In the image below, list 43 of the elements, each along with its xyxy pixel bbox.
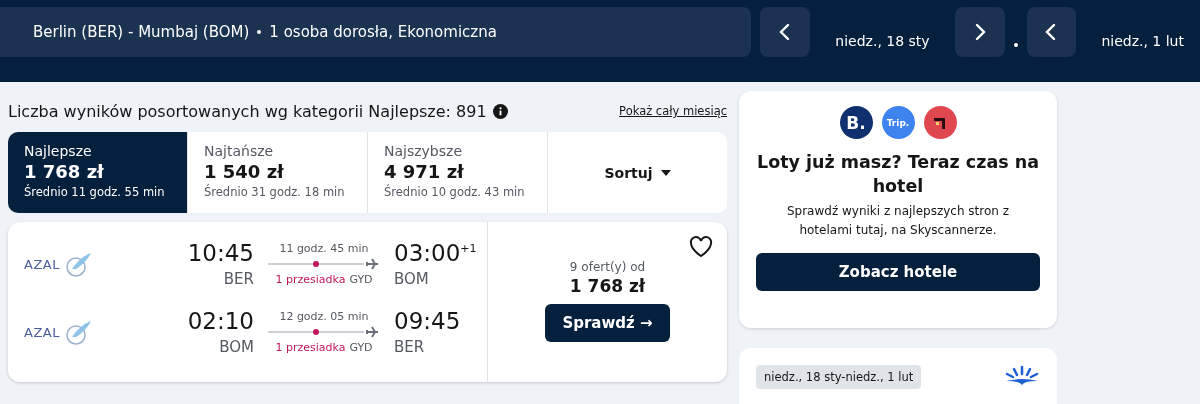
duration-text: 12 godz. 05 min xyxy=(279,310,369,323)
route-line-icon xyxy=(268,326,380,338)
airline-name: AZAL xyxy=(24,256,60,272)
offers-text: 9 ofert(y) od xyxy=(569,260,646,274)
airport-code: BOM xyxy=(219,338,254,356)
info-icon[interactable] xyxy=(492,103,508,119)
next-date-button[interactable] xyxy=(954,7,1005,57)
depart-date[interactable]: niedz., 18 sty xyxy=(819,33,946,49)
stopover-code: GYD xyxy=(349,273,373,286)
flight-price: 1 768 zł xyxy=(569,276,646,296)
results-summary: Liczba wyników posortowanych wg kategorii Najlepsze: 891 xyxy=(8,101,508,121)
promo-title: Loty już masz? Teraz czas na hotel xyxy=(756,151,1040,198)
previous-date-button[interactable] xyxy=(760,7,811,57)
caret-down-icon xyxy=(660,169,671,176)
show-month-link[interactable]: Pokaż cały miesiąc xyxy=(619,104,727,118)
stops-text: 1 przesiadka xyxy=(275,273,346,286)
departure-time: 02:10 xyxy=(187,308,254,334)
see-hotels-button[interactable]: Zobacz hotele xyxy=(756,252,1040,291)
check-button[interactable]: Sprawdź → xyxy=(545,304,670,342)
route-text: Berlin (BER) - Mumbaj (BOM) xyxy=(33,23,250,41)
partner-logo-icon: Trip. xyxy=(881,106,915,139)
stops-text: 1 przesiadka xyxy=(275,341,346,354)
return-date[interactable]: niedz., 1 lut xyxy=(1085,33,1200,49)
airport-code: BER xyxy=(223,270,254,288)
sunrise-logo-icon xyxy=(1004,365,1040,387)
partner-logo-icon: B. xyxy=(839,106,873,139)
airline-name: AZAL xyxy=(24,324,60,340)
airport-code: BOM xyxy=(394,270,429,288)
arrival-time: 09:45 xyxy=(394,308,461,334)
flight-card[interactable]: AZAL 10:45 BER 11 godz. 45 min 1 przesiadka GYD 03:00$^{+1}$ BOM AZAL 02:10 BOM 12 godz. 05 min 1 przesiadka GYD 09:45 BER 9 ofert(y) od 1 768 zł Sprawdź → xyxy=(8,222,727,382)
route-line-icon xyxy=(268,258,380,270)
arrival-time: 03:00$^{+1}$ xyxy=(394,240,477,266)
duration-text: 11 godz. 45 min xyxy=(279,242,369,255)
sort-tab[interactable]: Najlepsze 1 768 zł Średnio 11 godz. 55 min xyxy=(8,132,188,213)
passengers-text: 1 osoba dorosła, Ekonomiczna xyxy=(269,23,497,41)
departure-time: 10:45 xyxy=(187,240,254,266)
promo-text: Sprawdź wyniki z najlepszych stron z hotelami tutaj, na Skyscannerze. xyxy=(785,203,1011,240)
date-range-tag: niedz., 18 sty-niedz., 1 lut xyxy=(756,365,922,389)
favorite-button[interactable] xyxy=(689,236,713,258)
search-summary[interactable]: Berlin (BER) - Mumbaj (BOM) 1 osoba dorosła, Ekonomiczna xyxy=(0,7,752,57)
airport-code: BER xyxy=(394,338,425,356)
stopover-code: GYD xyxy=(349,341,373,354)
previous-date-button[interactable] xyxy=(1026,7,1077,57)
